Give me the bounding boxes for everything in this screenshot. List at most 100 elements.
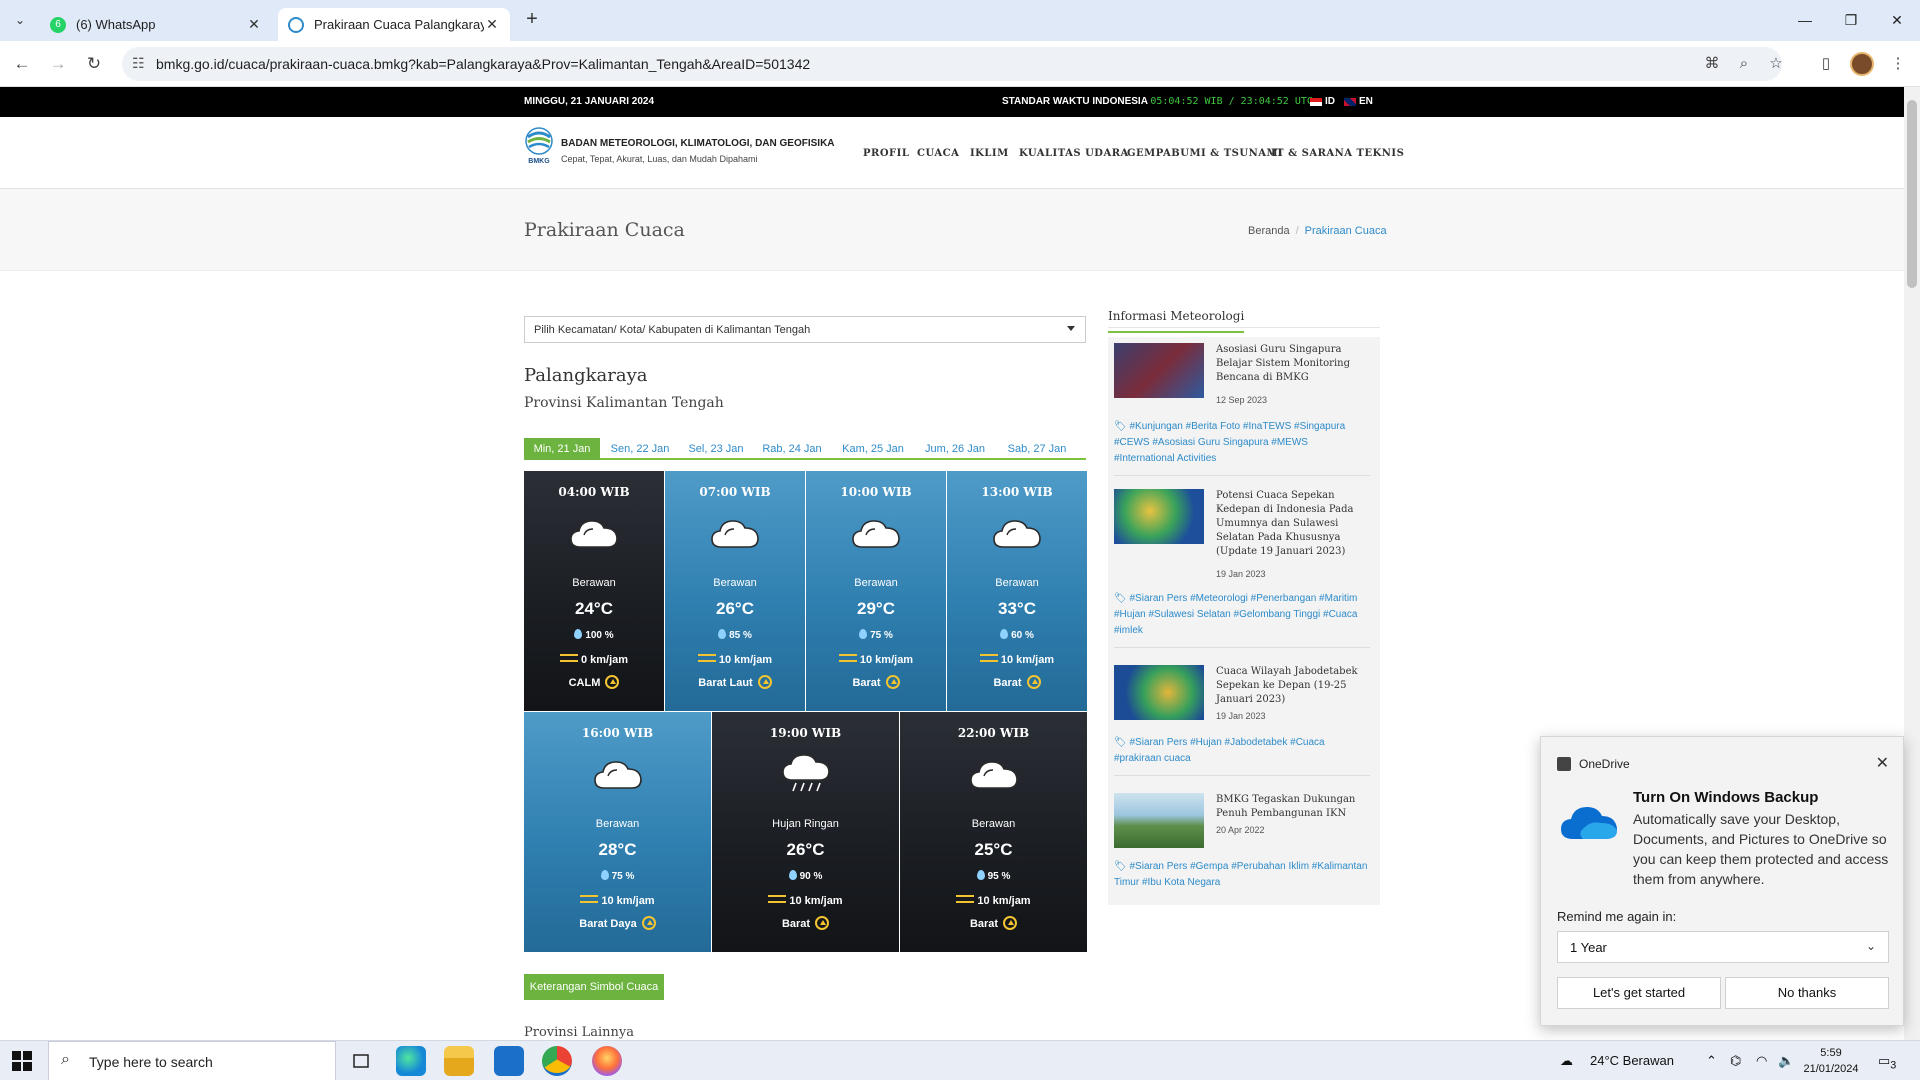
- chrome-icon[interactable]: [542, 1046, 572, 1076]
- lets-get-started-button[interactable]: Let's get started: [1557, 977, 1721, 1009]
- direction-value: Barat: [969, 918, 999, 930]
- water-drop-icon: [1000, 629, 1009, 639]
- taskbar-clock[interactable]: 5:59 21/01/2024: [1796, 1045, 1866, 1077]
- mail-icon[interactable]: [494, 1046, 524, 1076]
- browser-menu-icon[interactable]: ⋮: [1886, 52, 1910, 76]
- day-tab[interactable]: Sel, 23 Jan: [680, 438, 752, 460]
- scrollbar-thumb[interactable]: [1907, 100, 1917, 288]
- news-tags[interactable]: 🏷 #Kunjungan #Berita Foto #InaTEWS #Sing…: [1114, 419, 1370, 467]
- wind-value: 10 km/jam: [977, 895, 1031, 907]
- lang-id-link[interactable]: ID: [1310, 96, 1335, 107]
- news-item[interactable]: BMKG Tegaskan Dukungan Penuh Pembangunan…: [1114, 793, 1374, 903]
- day-tabs: Min, 21 Jan Sen, 22 Jan Sel, 23 Jan Rab,…: [524, 438, 1086, 460]
- file-explorer-icon[interactable]: [444, 1046, 474, 1076]
- windows-start-icon[interactable]: [12, 1051, 32, 1071]
- restore-icon[interactable]: ❐: [1828, 0, 1874, 41]
- breadcrumb-current[interactable]: Prakiraan Cuaca: [1305, 225, 1387, 237]
- volume-icon[interactable]: 🔈: [1778, 1053, 1794, 1069]
- lang-en-link[interactable]: EN: [1344, 96, 1373, 107]
- news-tags[interactable]: 🏷 #Siaran Pers #Gempa #Perubahan Iklim #…: [1114, 859, 1370, 891]
- forward-arrow-icon[interactable]: →: [44, 50, 72, 78]
- day-tab[interactable]: Sab, 27 Jan: [1000, 438, 1074, 460]
- wind-icon: [580, 895, 599, 903]
- forecast-weather: Berawan: [995, 577, 1039, 589]
- tab-whatsapp[interactable]: 6 (6) WhatsApp ✕: [40, 8, 272, 41]
- wifi-icon[interactable]: ◠: [1756, 1053, 1767, 1069]
- weather-cloud-icon[interactable]: ☁: [1560, 1053, 1573, 1069]
- bmkg-logo-icon[interactable]: BMKG: [524, 127, 554, 165]
- firefox-icon[interactable]: [592, 1046, 622, 1076]
- forecast-weather: Berawan: [713, 577, 757, 589]
- forecast-humidity: 100 %: [524, 629, 664, 641]
- day-tab[interactable]: Jum, 26 Jan: [918, 438, 992, 460]
- news-item[interactable]: Potensi Cuaca Sepekan Kedepan di Indones…: [1114, 489, 1374, 659]
- menu-it-sarana[interactable]: IT & SARANA TEKNIS: [1271, 148, 1404, 159]
- menu-cuaca[interactable]: CUACA: [917, 148, 959, 159]
- network-icon[interactable]: ⌬: [1730, 1053, 1741, 1069]
- task-view-icon[interactable]: [346, 1046, 376, 1076]
- address-bar[interactable]: ☷ bmkg.go.id/cuaca/prakiraan-cuaca.bmkg?…: [122, 47, 1782, 81]
- remind-select[interactable]: 1 Year ⌄: [1557, 931, 1889, 963]
- day-tab[interactable]: Sen, 22 Jan: [604, 438, 676, 460]
- translate-icon[interactable]: ⌘: [1700, 52, 1724, 76]
- news-thumbnail[interactable]: [1114, 793, 1204, 848]
- side-panel-icon[interactable]: ▯: [1814, 52, 1838, 76]
- news-thumbnail[interactable]: [1114, 489, 1204, 544]
- zoom-icon[interactable]: ⌕: [1732, 52, 1756, 76]
- edge-icon[interactable]: [396, 1046, 426, 1076]
- minimize-icon[interactable]: —: [1782, 0, 1828, 41]
- day-tab[interactable]: Rab, 24 Jan: [756, 438, 828, 460]
- menu-gempabumi[interactable]: GEMPABUMI & TSUNAMI: [1127, 148, 1283, 159]
- news-title[interactable]: Cuaca Wilayah Jabodetabek Sepekan ke Dep…: [1216, 665, 1366, 707]
- menu-kualitas-udara[interactable]: KUALITAS UDARA: [1019, 148, 1129, 159]
- tray-chevron-up-icon[interactable]: ⌃: [1706, 1053, 1717, 1069]
- close-tab-icon[interactable]: ✕: [484, 16, 500, 33]
- site-header: BMKG BADAN METEOROLOGI, KLIMATOLOGI, DAN…: [0, 117, 1904, 189]
- news-thumbnail[interactable]: [1114, 343, 1204, 398]
- weather-legend-button[interactable]: Keterangan Simbol Cuaca: [524, 974, 664, 1000]
- news-item[interactable]: Cuaca Wilayah Jabodetabek Sepekan ke Dep…: [1114, 665, 1374, 785]
- news-title[interactable]: Potensi Cuaca Sepekan Kedepan di Indones…: [1216, 489, 1366, 559]
- day-tab[interactable]: Min, 21 Jan: [524, 438, 600, 460]
- news-tags[interactable]: 🏷 #Siaran Pers #Meteorologi #Penerbangan…: [1114, 591, 1370, 639]
- news-thumbnail[interactable]: [1114, 665, 1204, 720]
- url-text[interactable]: bmkg.go.id/cuaca/prakiraan-cuaca.bmkg?ka…: [156, 56, 810, 72]
- forecast-wind: 0 km/jam: [524, 654, 664, 666]
- taskbar-search[interactable]: ⌕ Type here to search: [48, 1041, 336, 1080]
- taskbar-weather[interactable]: 24°C Berawan: [1590, 1053, 1674, 1068]
- forecast-card: 07:00 WIB Berawan 26°C 85 % 10 km/jam Barat L…: [665, 471, 805, 711]
- new-tab-plus-icon[interactable]: +: [520, 8, 544, 32]
- close-icon[interactable]: ✕: [1876, 753, 1889, 773]
- news-tags-text[interactable]: #Siaran Pers #Meteorologi #Penerbangan #…: [1114, 593, 1358, 636]
- news-title[interactable]: Asosiasi Guru Singapura Belajar Sistem M…: [1216, 343, 1366, 385]
- tab-bmkg[interactable]: Prakiraan Cuaca Palangkaraya ✕: [278, 8, 510, 41]
- bookmark-star-icon[interactable]: ☆: [1764, 52, 1788, 76]
- close-tab-icon[interactable]: ✕: [246, 16, 262, 33]
- menu-iklim[interactable]: IKLIM: [970, 148, 1009, 159]
- site-settings-icon[interactable]: ☷: [132, 55, 145, 72]
- toast-title: Turn On Windows Backup: [1633, 789, 1819, 806]
- toast-body: Automatically save your Desktop, Documen…: [1633, 811, 1889, 887]
- forecast-weather: Berawan: [854, 577, 898, 589]
- news-tags-text[interactable]: #Siaran Pers #Gempa #Perubahan Iklim #Ka…: [1114, 861, 1367, 888]
- profile-avatar[interactable]: [1850, 52, 1874, 76]
- forecast-wind-direction: CALM: [524, 675, 664, 689]
- forecast-humidity: 75 %: [806, 629, 946, 641]
- notification-center-icon[interactable]: ▭3: [1878, 1053, 1896, 1072]
- tab-search-chevron-icon[interactable]: ⌄: [8, 8, 32, 32]
- no-thanks-button[interactable]: No thanks: [1725, 977, 1889, 1009]
- news-item[interactable]: Asosiasi Guru Singapura Belajar Sistem M…: [1114, 343, 1374, 483]
- news-title[interactable]: BMKG Tegaskan Dukungan Penuh Pembangunan…: [1216, 793, 1366, 821]
- news-tags[interactable]: 🏷 #Siaran Pers #Hujan #Jabodetabek #Cuac…: [1114, 735, 1370, 767]
- region-select[interactable]: Pilih Kecamatan/ Kota/ Kabupaten di Kali…: [524, 316, 1086, 343]
- close-window-icon[interactable]: ✕: [1874, 0, 1920, 41]
- news-tags-text[interactable]: #Kunjungan #Berita Foto #InaTEWS #Singap…: [1114, 421, 1345, 464]
- news-tags-text[interactable]: #Siaran Pers #Hujan #Jabodetabek #Cuaca …: [1114, 737, 1325, 764]
- water-drop-icon: [574, 629, 583, 639]
- breadcrumb-home[interactable]: Beranda: [1248, 225, 1290, 237]
- reload-icon[interactable]: ↻: [80, 50, 108, 78]
- menu-profil[interactable]: PROFIL: [863, 148, 909, 159]
- back-arrow-icon[interactable]: ←: [8, 50, 36, 78]
- day-tab[interactable]: Kam, 25 Jan: [836, 438, 910, 460]
- bmkg-favicon-icon: [288, 16, 304, 33]
